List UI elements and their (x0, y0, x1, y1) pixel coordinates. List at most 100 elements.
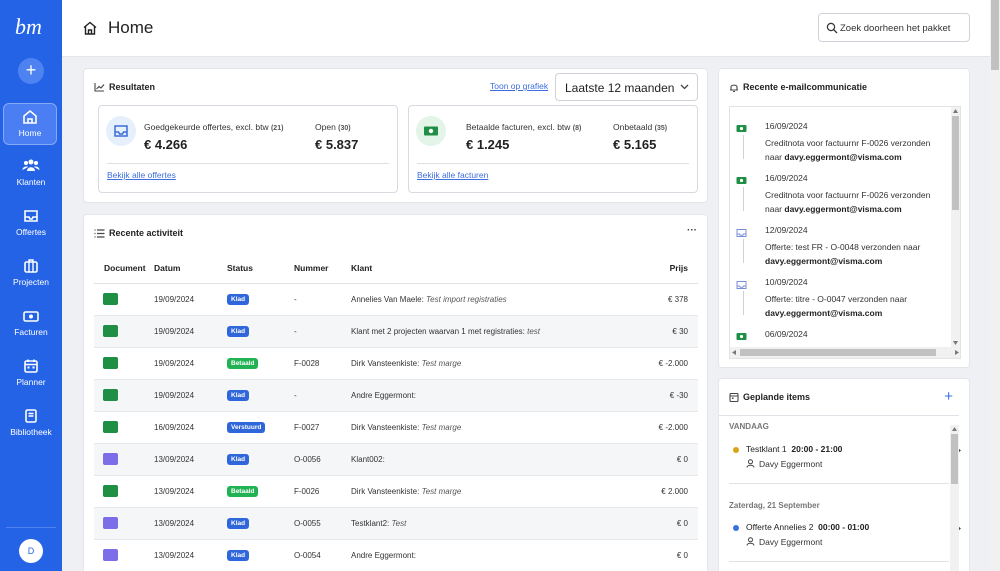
status-dot (733, 525, 739, 531)
scrollbar-thumb[interactable] (740, 349, 936, 356)
table-row[interactable]: 19/09/2024 Betaald F-0028 Dirk Vansteenkist… (94, 347, 698, 380)
more-options-button[interactable]: ··· (687, 225, 697, 236)
card-title: Recente activiteit (109, 228, 184, 238)
view-all-quotes-link[interactable]: Bekijk alle offertes (107, 170, 176, 180)
banknote-icon (736, 333, 747, 340)
status-badge: Klad (227, 293, 250, 305)
status-badge: Klad (227, 517, 250, 529)
count: (30) (338, 125, 351, 132)
scroll-right-icon[interactable] (955, 350, 959, 355)
cell-status: Klad (227, 379, 294, 412)
invoice-icon (103, 293, 118, 305)
inbox-icon (736, 281, 747, 289)
email-list-vscrollbar[interactable] (951, 107, 960, 347)
cell-client: Dirk Vansteenkiste: Test marge (351, 411, 618, 444)
scroll-up-icon[interactable] (953, 109, 958, 113)
table-row[interactable]: 19/09/2024 Klad - Andre Eggermont: € -30 (94, 379, 698, 412)
card-title: Geplande items (743, 392, 811, 402)
chevron-down-icon (680, 84, 689, 90)
search-input[interactable] (840, 20, 968, 36)
email-address: davy.eggermont@visma.com (765, 255, 883, 266)
planned-title-text: Testklant 1 (746, 444, 787, 454)
email-date: 16/09/2024 (765, 173, 808, 183)
client-name: Andre Eggermont: (351, 550, 416, 560)
timeline-line (743, 187, 744, 211)
approved-quotes-value: € 4.266 (144, 137, 188, 152)
app-logo[interactable]: bm (12, 12, 50, 42)
table-row[interactable]: 13/09/2024 Klad O-0056 Klant002: € 0 (94, 443, 698, 476)
page-scrollbar[interactable] (990, 0, 1000, 571)
unpaid-invoices-value: € 5.165 (613, 137, 657, 152)
email-date: 12/09/2024 (765, 225, 808, 235)
period-select[interactable]: Laatste 12 maanden (555, 73, 698, 101)
status-badge: Klad (227, 325, 250, 337)
scroll-up-icon[interactable] (952, 427, 957, 431)
sidebar-item-klanten[interactable]: Klanten (0, 153, 62, 199)
scroll-down-icon[interactable] (953, 341, 958, 345)
search-icon (826, 22, 838, 34)
card-title: Resultaten (109, 82, 156, 92)
col-client[interactable]: Klant (351, 253, 618, 284)
email-list-hscrollbar[interactable] (730, 347, 960, 358)
add-button[interactable]: + (18, 58, 44, 84)
cell-client: Klant002: (351, 443, 618, 476)
col-document[interactable]: Document (94, 253, 154, 284)
col-price[interactable]: Prijs (618, 253, 698, 284)
status-badge: Betaald (227, 357, 259, 369)
client-name: Annelies Van Maele: (351, 294, 424, 304)
cell-status: Betaald (227, 475, 294, 508)
activity-table: Document Datum Status Nummer Klant Prijs… (94, 253, 698, 571)
cell-status: Klad (227, 443, 294, 476)
scrollbar-thumb[interactable] (952, 116, 959, 210)
cell-price: € 30 (618, 315, 698, 348)
table-row[interactable]: 19/09/2024 Klad - Annelies Van Maele: Test … (94, 283, 698, 316)
email-subject: Offerte: titre - O-0047 verzonden naar (765, 294, 908, 304)
page-title: Home (108, 18, 154, 37)
banknote-icon (736, 177, 747, 184)
search-box[interactable] (818, 13, 970, 42)
sidebar-item-offertes[interactable]: Offertes (0, 203, 62, 249)
table-row[interactable]: 19/09/2024 Klad - Klant met 2 projecten waa… (94, 315, 698, 348)
count: (8) (572, 125, 582, 132)
sidebar-item-bibliotheek[interactable]: Bibliotheek (0, 403, 62, 449)
table-row[interactable]: 13/09/2024 Klad O-0054 Andre Eggermont: € 0 (94, 539, 698, 571)
sidebar-item-label: Bibliotheek (10, 427, 52, 437)
activity-card: Recente activiteit ··· Document Datum St… (83, 214, 708, 571)
table-row[interactable]: 16/09/2024 Verstuurd F-0027 Dirk Vansteenki… (94, 411, 698, 444)
email-list: 16/09/2024 Creditnota voor factuurnr F-0… (729, 106, 961, 359)
client-note: Test marge (421, 422, 462, 432)
page-scrollbar-thumb[interactable] (991, 0, 999, 70)
sidebar-item-facturen[interactable]: Facturen (0, 303, 62, 349)
invoices-summary: Betaalde facturen, excl. btw (8) € 1.245… (408, 105, 698, 193)
scrollbar-thumb[interactable] (951, 434, 958, 484)
email-text: Creditnota voor factuurnr F-0026 verzond… (765, 137, 945, 164)
table-row[interactable]: 13/09/2024 Betaald F-0026 Dirk Vansteenkist… (94, 475, 698, 508)
email-address: davy.eggermont@visma.com (784, 151, 902, 162)
client-note: test (527, 326, 540, 336)
table-row[interactable]: 13/09/2024 Klad O-0055 Testklant2: Test € 0 (94, 507, 698, 540)
divider (417, 163, 689, 164)
col-status[interactable]: Status (227, 253, 294, 284)
label-text: Betaalde facturen, excl. btw (466, 122, 571, 132)
planned-vscrollbar[interactable] (950, 425, 959, 571)
quotes-summary: Goedgekeurde offertes, excl. btw (21) € … (98, 105, 398, 193)
open-quotes-value: € 5.837 (315, 137, 359, 152)
avatar[interactable]: D (19, 539, 43, 563)
cell-document (94, 443, 154, 476)
status-badge: Klad (227, 389, 250, 401)
view-all-invoices-link[interactable]: Bekijk alle facturen (417, 170, 488, 180)
add-planned-button[interactable]: + (944, 388, 953, 405)
cell-number: O-0056 (294, 443, 351, 476)
col-number[interactable]: Nummer (294, 253, 351, 284)
quote-icon (103, 453, 118, 465)
client-note: Test (391, 518, 407, 528)
scroll-left-icon[interactable] (732, 350, 736, 355)
col-date[interactable]: Datum (154, 253, 227, 284)
sidebar-item-projecten[interactable]: Projecten (0, 253, 62, 299)
cell-number: - (294, 315, 351, 348)
show-graph-link[interactable]: Toon op grafiek (490, 81, 548, 91)
invoice-icon (103, 389, 118, 401)
sidebar-item-planner[interactable]: Planner (0, 353, 62, 399)
home-icon (83, 21, 97, 35)
sidebar-item-home[interactable]: Home (3, 103, 57, 145)
